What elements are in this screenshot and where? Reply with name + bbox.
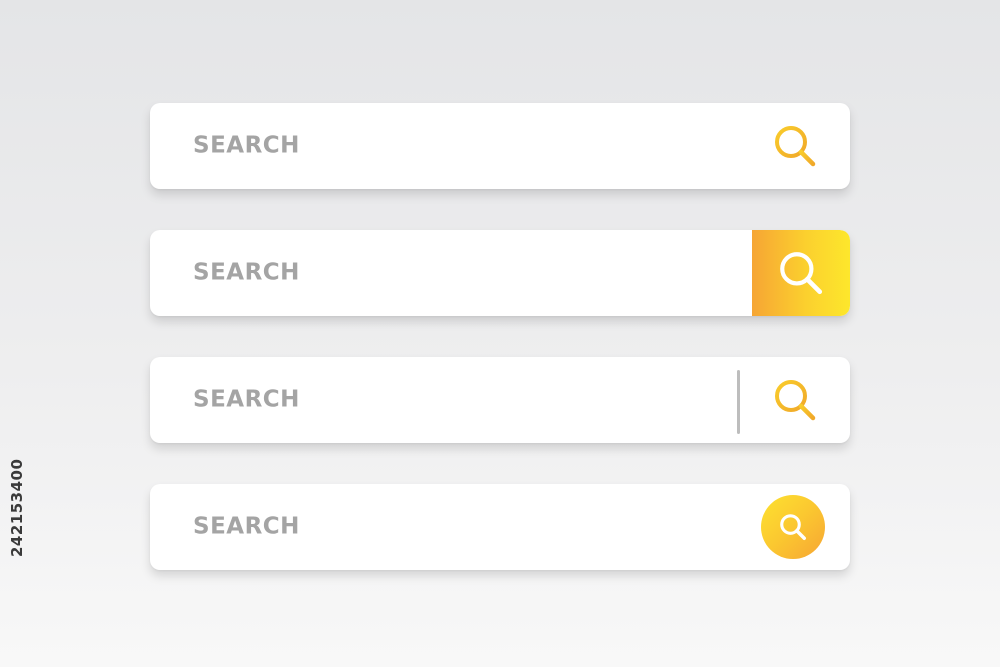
search-placeholder[interactable]: SEARCH bbox=[193, 261, 300, 285]
stock-id-text: 242153400 bbox=[8, 458, 26, 557]
search-bar-divider[interactable]: SEARCH bbox=[150, 357, 850, 443]
search-icon[interactable] bbox=[770, 375, 820, 425]
search-icon bbox=[778, 512, 808, 542]
divider bbox=[737, 370, 740, 434]
search-placeholder[interactable]: SEARCH bbox=[193, 515, 300, 539]
search-icon[interactable] bbox=[770, 121, 820, 171]
search-placeholder[interactable]: SEARCH bbox=[193, 388, 300, 412]
search-bar-round-button[interactable]: SEARCH bbox=[150, 484, 850, 570]
stock-id-watermark: 242153400 bbox=[8, 432, 28, 557]
search-icon bbox=[776, 248, 826, 298]
search-bar-plain[interactable]: SEARCH bbox=[150, 103, 850, 189]
search-button[interactable] bbox=[752, 230, 850, 316]
search-button[interactable] bbox=[761, 495, 825, 559]
search-placeholder[interactable]: SEARCH bbox=[193, 134, 300, 158]
search-bar-square-button[interactable]: SEARCH bbox=[150, 230, 850, 316]
